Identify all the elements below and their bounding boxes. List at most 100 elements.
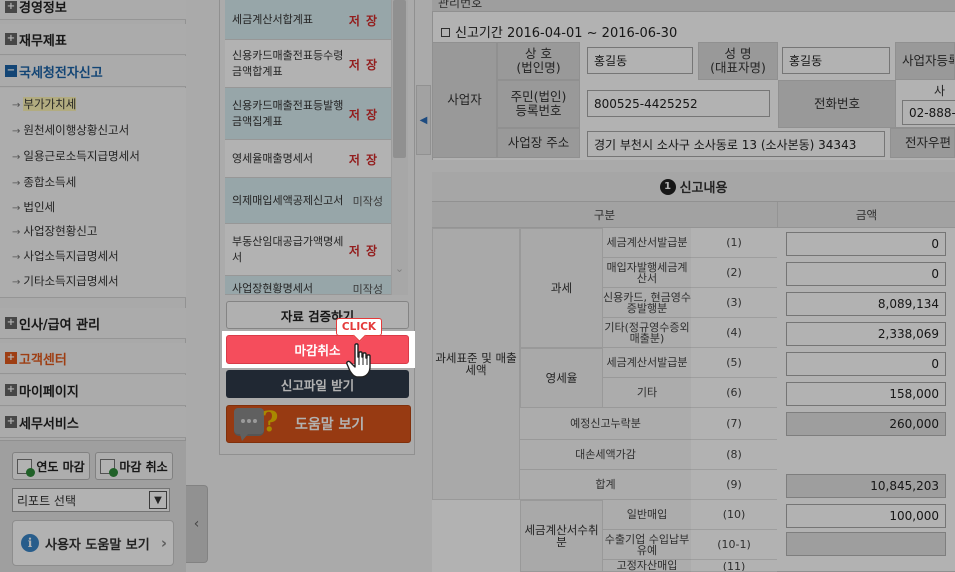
amount-field[interactable]: 0 xyxy=(786,262,946,286)
sidebar-collapse-toggle[interactable]: ‹ xyxy=(186,485,208,563)
row-code: (11) xyxy=(691,560,777,572)
form-status: 저장 xyxy=(348,107,383,122)
row-code: (10-1) xyxy=(691,530,777,560)
chevron-left-icon: ‹ xyxy=(193,516,200,532)
menu-management-info[interactable]: + 경영정보 xyxy=(0,0,186,20)
click-callout: CLICK xyxy=(336,318,382,336)
row-label: 매입자발행세금계산서 xyxy=(603,258,691,288)
submenu-item-other-income[interactable]: → 기타소득지급명세서 xyxy=(12,273,119,289)
expand-icon: + xyxy=(5,33,17,45)
speech-bubble-icon xyxy=(234,408,264,441)
scroll-down-icon[interactable]: ⌄ xyxy=(393,262,406,275)
menu-hr-payroll[interactable]: + 인사/급여 관리 xyxy=(0,308,186,339)
amount-field[interactable]: 0 xyxy=(786,232,946,256)
submenu-item-daily-worker[interactable]: → 일용근로소득지급명세서 xyxy=(12,148,140,164)
caret-left-icon: ◀ xyxy=(419,114,428,126)
row-code: (10) xyxy=(691,500,777,530)
section-number-icon: 1 xyxy=(659,178,676,195)
amount-field[interactable]: 100,000 xyxy=(786,504,946,528)
submenu-label: 사업소득지급명세서 xyxy=(23,249,119,263)
list-item[interactable]: 부동산임대공급가액명세서 저장 xyxy=(225,224,391,276)
form-status: 저장 xyxy=(348,152,383,167)
list-item[interactable]: 신용카드매출전표등발행금액집계표 저장 xyxy=(225,88,391,140)
submenu-label: 일용근로소득지급명세서 xyxy=(23,149,140,163)
menu-label: 재무제표 xyxy=(19,33,67,49)
amount-field[interactable]: 2,338,069 xyxy=(786,322,946,346)
resident-no-label: 주민(법인) 등록번호 xyxy=(497,80,580,128)
row-code: (3) xyxy=(691,288,777,318)
row-label: 신용카드, 현금영수증발행분 xyxy=(603,288,691,318)
menu-tax-service[interactable]: + 세무서비스 xyxy=(0,407,186,438)
form-status: 저장 xyxy=(348,243,383,258)
column-header-amount: 금액 xyxy=(777,202,955,228)
row-code: (5) xyxy=(691,348,777,378)
menu-label: 마이페이지 xyxy=(19,384,79,400)
rep-name-field[interactable]: 홍길동 xyxy=(782,47,890,74)
submenu-item-business-income[interactable]: → 사업소득지급명세서 xyxy=(12,248,119,264)
menu-financial-statements[interactable]: + 재무제표 xyxy=(0,24,186,55)
submenu-item-corporate-tax[interactable]: → 법인세 xyxy=(12,199,55,215)
scrollbar-thumb[interactable] xyxy=(393,0,406,158)
row-label: 일반매입 xyxy=(603,500,691,530)
form-name: 부동산임대공급가액명세서 xyxy=(232,235,344,264)
list-item[interactable]: 신용카드매출전표등수령금액합계표 저장 xyxy=(225,40,391,88)
expand-icon: + xyxy=(5,352,17,364)
mgmt-no-row: 관리번호 xyxy=(432,0,955,12)
amount-field[interactable]: 8,089,134 xyxy=(786,292,946,316)
list-item[interactable]: 영세율매출명세서 저장 xyxy=(225,140,391,178)
arrow-right-icon: → xyxy=(12,178,21,189)
panel-toggle[interactable]: ◀ xyxy=(416,85,431,155)
form-name: 세금계산서합계표 xyxy=(232,13,313,26)
row-label: 수출기업 수입납부유예 xyxy=(603,530,691,560)
submenu-item-business-status[interactable]: → 사업장현황신고 xyxy=(12,223,97,239)
close-cancel-button[interactable]: 마감 취소 xyxy=(95,452,173,480)
button-label: 신고파일 받기 xyxy=(280,377,355,393)
purchase-invoice-label: 세금계산서수취분 xyxy=(520,500,603,572)
amount-field[interactable]: 158,000 xyxy=(786,382,946,406)
trade-name-field[interactable]: 홍길동 xyxy=(587,47,693,74)
form-name: 신용카드매출전표등발행금액집계표 xyxy=(232,99,344,128)
address-field[interactable]: 경기 부천시 소사구 소사동로 13 (소사본동) 34343 xyxy=(587,131,885,157)
amount-field[interactable]: 260,000 xyxy=(786,412,946,436)
row-label: 고정자산매입 xyxy=(603,560,691,572)
phone-field[interactable]: 02-888-7 xyxy=(902,100,955,125)
submenu-label: 부가가치세 xyxy=(23,97,77,111)
user-help-button[interactable]: i 사용자 도움말 보기 › xyxy=(12,520,174,566)
form-status: 미작성 xyxy=(352,283,383,295)
report-select[interactable]: 리포트 선택 ▼ xyxy=(12,488,170,512)
arrow-right-icon: → xyxy=(12,152,21,163)
submenu-item-income-tax[interactable]: → 종합소득세 xyxy=(12,174,76,190)
arrow-right-icon: → xyxy=(12,277,21,288)
list-item[interactable]: 의제매입세액공제신고서 미작성 xyxy=(225,178,391,224)
arrow-right-icon: → xyxy=(12,100,21,111)
submenu-item-withholding[interactable]: → 원천세이행상황신고서 xyxy=(12,122,129,138)
menu-label: 인사/급여 관리 xyxy=(19,317,101,333)
submenu-item-vat[interactable]: → 부가가치세 xyxy=(12,96,77,112)
list-item[interactable]: 세금계산서합계표 저장 xyxy=(225,0,391,40)
list-item[interactable]: 사업장현황명세서 미작성 xyxy=(225,276,391,295)
row-code: (8) xyxy=(691,440,777,470)
form-name: 의제매입세액공제신고서 xyxy=(232,194,344,207)
row-code: (4) xyxy=(691,318,777,348)
menu-mypage[interactable]: + 마이페이지 xyxy=(0,375,186,406)
download-filing-file-button[interactable]: 신고파일 받기 xyxy=(226,370,409,398)
declaration-title: 1 신고내용 xyxy=(432,172,955,202)
resident-no-field[interactable]: 800525-4425252 xyxy=(587,90,770,117)
section-title: 신고내용 xyxy=(679,181,728,196)
menu-nts-e-filing[interactable]: − 국세청전자신고 xyxy=(0,56,186,87)
submenu-label: 사업장현황신고 xyxy=(23,224,98,238)
amount-field[interactable]: 0 xyxy=(786,352,946,376)
expand-icon: + xyxy=(5,317,17,329)
address-label: 사업장 주소 xyxy=(497,128,580,158)
form-status: 저장 xyxy=(348,57,383,72)
amount-field[interactable] xyxy=(786,532,946,556)
arrow-right-icon: → xyxy=(12,227,21,238)
form-name: 영세율매출명세서 xyxy=(232,152,313,165)
menu-label: 국세청전자신고 xyxy=(19,65,103,81)
year-close-button[interactable]: 연도 마감 xyxy=(12,452,90,480)
row-label: 기타(정규영수증외매출분) xyxy=(603,318,691,348)
amount-field: 10,845,203 xyxy=(786,474,946,498)
arrow-right-icon: → xyxy=(12,126,21,137)
menu-customer-center[interactable]: + 고객센터 xyxy=(0,343,186,374)
cancel-close-button[interactable]: 마감취소 xyxy=(226,335,409,364)
